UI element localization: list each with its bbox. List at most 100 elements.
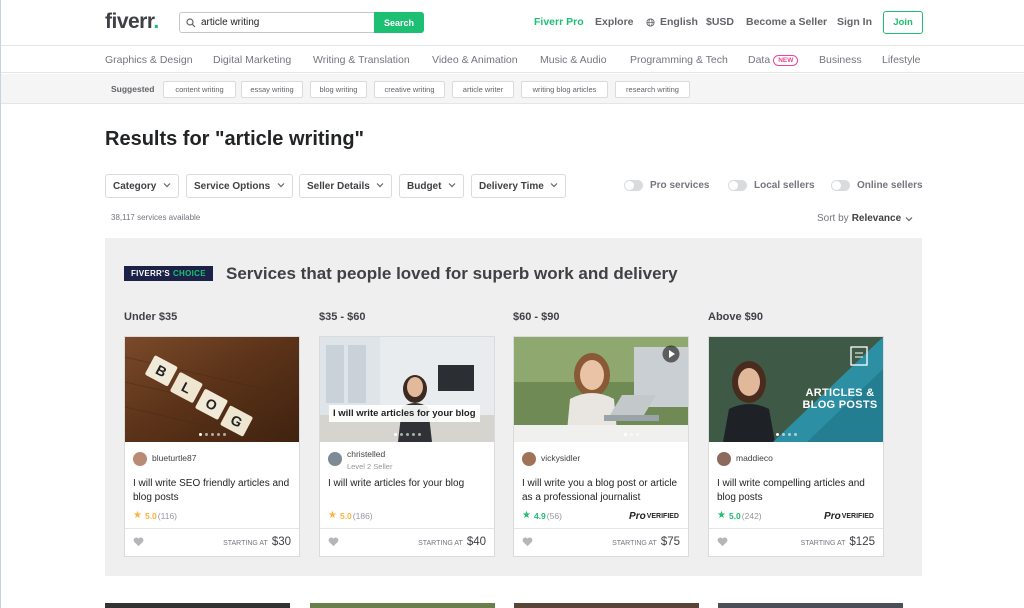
avatar[interactable] [328,452,342,466]
suggested-chip[interactable]: essay writing [241,81,303,98]
chevron-down-icon [277,183,285,188]
nav-sign-in[interactable]: Sign In [837,0,872,44]
nav-fiverr-pro[interactable]: Fiverr Pro [534,0,584,44]
gig-thumbnail[interactable] [514,337,688,442]
suggested-chip[interactable]: creative writing [374,81,445,98]
gig-title[interactable]: I will write SEO friendly articles and b… [133,477,293,504]
suggested-chip[interactable]: article writer [452,81,514,98]
sort-label: Sort by [817,213,849,224]
gig-card[interactable]: vickysidler I will write you a blog post… [513,336,689,557]
gig-rating: ★ 4.9 (56) [522,510,562,521]
seller-name[interactable]: vickysidler [541,453,580,463]
thumbnail-overlay-text: I will write articles for your blog [329,405,480,422]
category-data[interactable]: Data NEW [748,54,799,66]
search-input[interactable]: article writing [179,12,374,33]
page-title: Results for "article writing" [105,128,365,150]
filter-label: Delivery Time [479,180,544,192]
seller-name[interactable]: maddieco [736,453,773,463]
category-menu: Graphics & Design Digital Marketing Writ… [1,47,1024,73]
category-writing-translation[interactable]: Writing & Translation [313,54,410,66]
heart-icon[interactable] [328,537,339,547]
filter-service-options[interactable]: Service Options [186,174,293,198]
gig-thumbnail[interactable]: ARTICLES & BLOG POSTS [709,337,883,442]
price: STARTING AT $75 [612,536,680,548]
toggle-switch[interactable] [831,180,850,191]
toggle-switch[interactable] [624,180,643,191]
suggested-label: Suggested [111,84,155,94]
category-digital-marketing[interactable]: Digital Marketing [213,54,291,66]
nav-become-seller[interactable]: Become a Seller [746,0,827,44]
category-music-audio[interactable]: Music & Audio [540,54,607,66]
filter-label: Category [113,180,157,192]
suggested-chip[interactable]: content writing [163,81,236,98]
category-business[interactable]: Business [819,54,862,66]
gig-card[interactable]: ARTICLES & BLOG POSTS maddieco I will wr… [708,336,884,557]
search-button[interactable]: Search [374,12,424,33]
toggle-local-sellers[interactable]: Local sellers [728,180,815,191]
next-row-thumbnail[interactable] [718,603,903,608]
card-footer: STARTING AT $40 [320,528,494,556]
join-button[interactable]: Join [883,11,923,34]
heart-icon[interactable] [522,537,533,547]
carousel-dots[interactable] [320,433,494,436]
avatar[interactable] [522,452,536,466]
suggested-chip[interactable]: research writing [615,81,690,98]
fiverrs-choice-panel: FIVERR'S CHOICE Services that people love… [105,238,922,576]
toggle-online-sellers[interactable]: Online sellers [831,180,923,191]
toggle-label: Local sellers [754,180,815,191]
category-programming-tech[interactable]: Programming & Tech [630,54,728,66]
thumbnail-overlay-text: ARTICLES & BLOG POSTS [802,387,878,411]
carousel-dots[interactable] [125,433,299,436]
chevron-down-icon [376,183,384,188]
sort-dropdown[interactable]: Sort by Relevance [817,213,913,224]
card-footer: STARTING AT $75 [514,528,688,556]
gig-title[interactable]: I will write compelling articles and blo… [717,477,877,504]
nav-language[interactable]: English [646,0,698,44]
heart-icon[interactable] [717,537,728,547]
gig-rating: ★ 5.0 (242) [717,510,762,521]
category-graphics-design[interactable]: Graphics & Design [105,54,193,66]
play-icon[interactable] [662,345,680,363]
star-icon: ★ [328,510,337,521]
price: STARTING AT $40 [418,536,486,548]
gig-thumbnail[interactable]: B L O G [125,337,299,442]
filter-budget[interactable]: Budget [399,174,464,198]
seller-level: Level 2 Seller [347,462,393,471]
gig-title[interactable]: I will write you a blog post or article … [522,477,682,504]
next-row-thumbnail[interactable] [105,603,290,608]
category-lifestyle[interactable]: Lifestyle [882,54,921,66]
gig-card[interactable]: I will write articles for your blog chri… [319,336,495,557]
gig-rating: ★ 5.0 (116) [133,510,178,521]
filter-delivery-time[interactable]: Delivery Time [471,174,566,198]
gig-title[interactable]: I will write articles for your blog [328,477,488,491]
heart-icon[interactable] [133,537,144,547]
seller-name[interactable]: christelled [347,449,385,459]
filter-seller-details[interactable]: Seller Details [299,174,392,198]
toggle-switch[interactable] [728,180,747,191]
suggested-chip[interactable]: writing blog articles [521,81,608,98]
filter-label: Seller Details [307,180,370,192]
carousel-dots[interactable] [709,433,883,436]
star-icon: ★ [133,510,142,521]
suggested-chip[interactable]: blog writing [310,81,367,98]
chevron-down-icon [448,183,456,188]
fiverr-logo[interactable]: fiverr. [105,10,159,34]
next-row-thumbnail[interactable] [310,603,495,608]
next-row-thumbnail[interactable] [514,603,699,608]
nav-currency[interactable]: $USD [706,0,734,44]
search-bar: article writing Search [179,12,424,33]
nav-explore[interactable]: Explore [595,0,634,44]
carousel-dots[interactable] [574,433,688,436]
gig-card[interactable]: B L O G blueturtle87 I will write SEO fr… [124,336,300,557]
filter-category[interactable]: Category [105,174,179,198]
seller-name[interactable]: blueturtle87 [152,453,196,463]
avatar[interactable] [717,452,731,466]
filter-label: Service Options [194,180,271,192]
toggle-pro-services[interactable]: Pro services [624,180,710,191]
sort-value: Relevance [851,213,902,224]
avatar[interactable] [133,452,147,466]
category-video-animation[interactable]: Video & Animation [432,54,518,66]
fiverrs-choice-badge: FIVERR'S CHOICE [124,266,213,281]
gig-thumbnail[interactable]: I will write articles for your blog [320,337,494,442]
price-tier-label: $35 - $60 [319,311,366,323]
